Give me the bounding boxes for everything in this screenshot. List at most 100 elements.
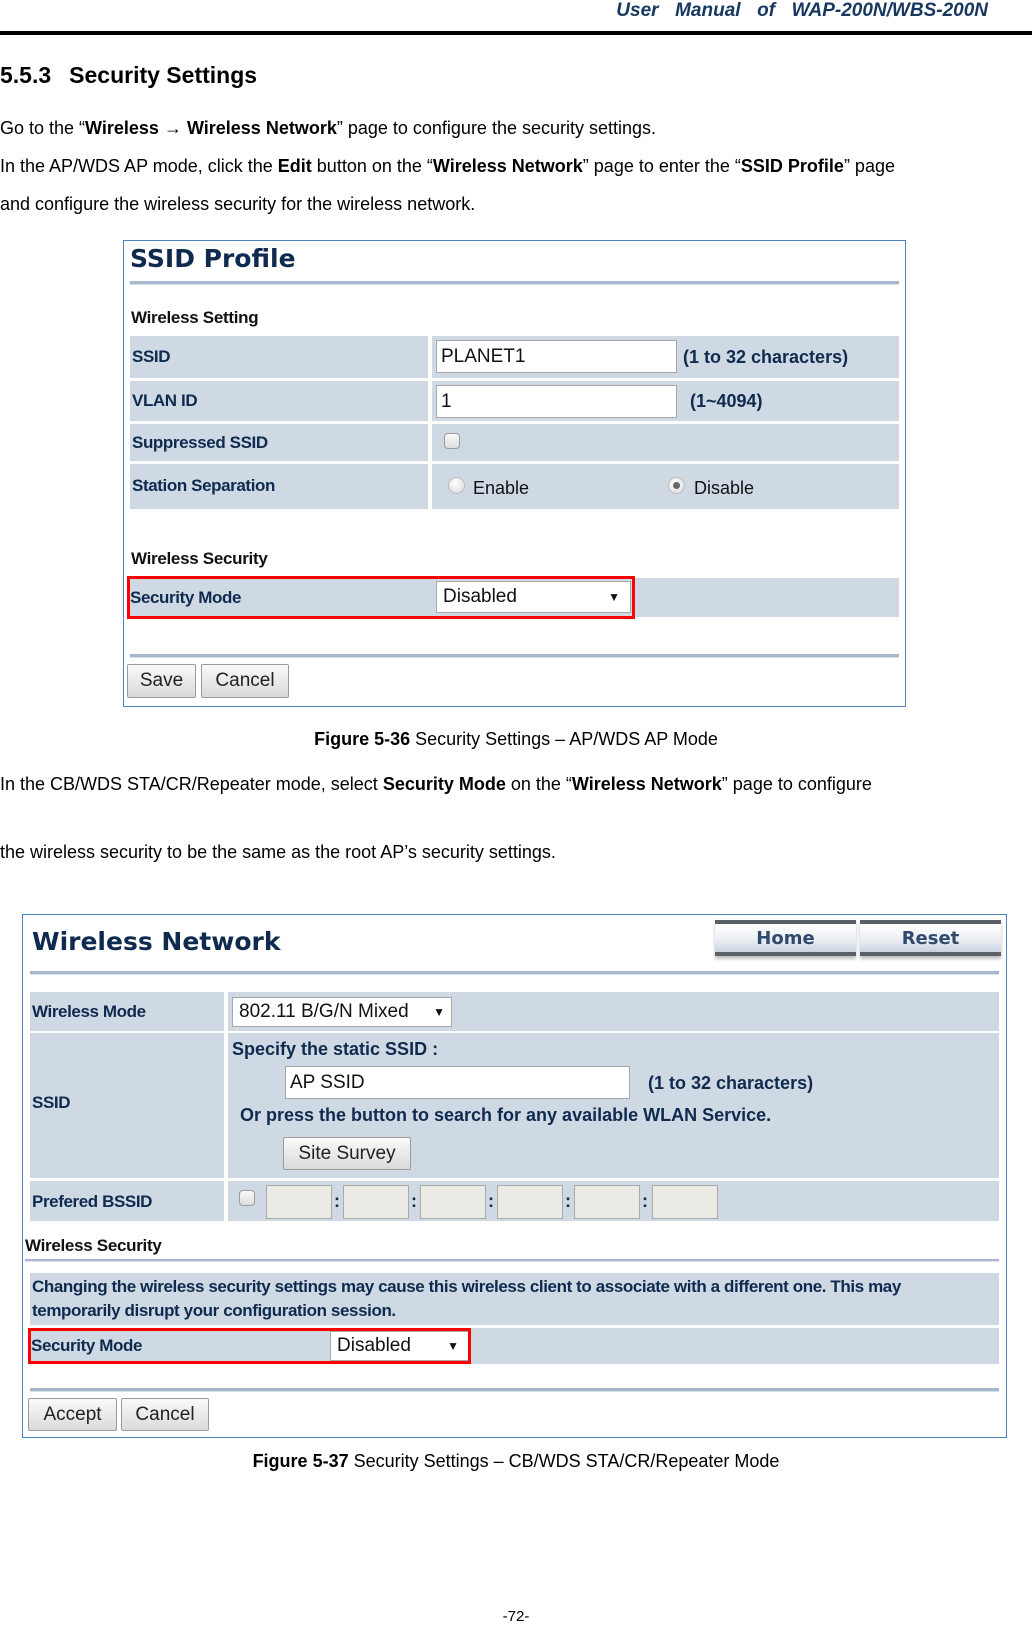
section-title: 5.5.3 Security Settings: [0, 62, 257, 89]
suppressed-ssid-checkbox[interactable]: [444, 433, 460, 449]
title-rule: [30, 971, 999, 975]
text: ” page to enter the “: [582, 156, 741, 176]
ssid-value-cell: PLANET1 (1 to 32 characters): [432, 336, 899, 378]
bssid-label-cell: Prefered BSSID: [30, 1181, 224, 1221]
ssid-value-cell: Specify the static SSID : AP SSID (1 to …: [228, 1033, 999, 1178]
dropdown-arrow-icon: ▼: [433, 1005, 445, 1019]
cancel-button[interactable]: Cancel: [121, 1398, 209, 1431]
wireless-security-heading: Wireless Security: [131, 549, 268, 568]
highlight-box: [28, 1328, 471, 1364]
highlight-box: [127, 576, 635, 619]
wireless-network-title: Wireless Network: [32, 927, 281, 956]
ssid-length-hint: (1 to 32 characters): [648, 1073, 814, 1093]
site-survey-button[interactable]: Site Survey: [283, 1137, 411, 1170]
bold-text: Wireless Network: [571, 774, 722, 794]
title-rule: [130, 281, 899, 285]
station-value-cell: Enable Disable: [432, 464, 899, 509]
suppressed-value-cell: [432, 424, 899, 461]
suppressed-label-cell: Suppressed SSID: [130, 424, 428, 461]
vlan-range-hint: (1~4094): [690, 391, 763, 411]
header-rule: [0, 31, 1032, 35]
enable-option-label: Enable: [473, 478, 530, 498]
security-notice-text: Changing the wireless security settings …: [32, 1277, 901, 1320]
station-separation-label: Station Separation: [132, 476, 275, 495]
footer-rule: [130, 654, 899, 658]
wireless-mode-select[interactable]: 802.11 B/G/N Mixed ▼: [232, 997, 452, 1027]
bssid-octet-1-input[interactable]: [266, 1185, 332, 1219]
station-label-cell: Station Separation: [130, 464, 428, 509]
ssid-input[interactable]: AP SSID: [285, 1066, 630, 1099]
bssid-separator: :: [565, 1191, 571, 1211]
bssid-separator: :: [488, 1191, 494, 1211]
text: ” page to configure the security setting…: [336, 118, 657, 138]
ssid-label-cell: SSID: [30, 1033, 224, 1178]
wireless-setting-heading: Wireless Setting: [131, 308, 259, 327]
wireless-security-heading: Wireless Security: [25, 1236, 162, 1255]
bssid-separator: :: [334, 1191, 340, 1211]
intro-line-1: Go to the “Wireless → Wireless Network” …: [0, 116, 656, 140]
caption-text: Security Settings – CB/WDS STA/CR/Repeat…: [348, 1451, 780, 1471]
figure-number: Figure 5-37: [252, 1451, 349, 1471]
bssid-value-cell: : : : : :: [228, 1181, 999, 1221]
disable-option-label: Disable: [694, 478, 755, 498]
text: Go to the “: [0, 118, 86, 138]
section-rule: [25, 1259, 999, 1262]
footer-rule: [30, 1388, 999, 1392]
arrow-icon: →: [163, 118, 182, 138]
bssid-octet-5-input[interactable]: [574, 1185, 640, 1219]
ssid-length-hint: (1 to 32 characters): [683, 347, 849, 367]
ssid-profile-title: SSID Profile: [130, 244, 296, 273]
middle-line-2: the wireless security to be the same as …: [0, 842, 556, 862]
bold-text: SSID Profile: [740, 156, 844, 176]
bssid-octet-2-input[interactable]: [343, 1185, 409, 1219]
middle-line-1: In the CB/WDS STA/CR/Repeater mode, sele…: [0, 772, 872, 796]
text: ” page: [843, 156, 895, 176]
accept-button[interactable]: Accept: [28, 1398, 117, 1431]
wireless-mode-label: Wireless Mode: [32, 1002, 146, 1021]
vlan-value-cell: 1 (1~4094): [432, 381, 899, 421]
bold-text: Edit: [277, 156, 312, 176]
cancel-button[interactable]: Cancel: [201, 664, 289, 698]
site-survey-help-text: Or press the button to search for any av…: [240, 1105, 772, 1125]
wireless-network-figure: Wireless Network Home Reset Wireless Mod…: [22, 914, 1007, 1438]
text: In the CB/WDS STA/CR/Repeater mode, sele…: [0, 774, 383, 794]
wireless-mode-value-cell: 802.11 B/G/N Mixed ▼: [228, 992, 999, 1031]
caption-text: Security Settings – AP/WDS AP Mode: [410, 729, 718, 749]
bssid-octet-3-input[interactable]: [420, 1185, 486, 1219]
vlan-label: VLAN ID: [132, 391, 198, 410]
ssid-label-cell: SSID: [130, 336, 428, 378]
save-button[interactable]: Save: [127, 664, 196, 698]
vlan-label-cell: VLAN ID: [130, 381, 428, 421]
station-separation-disable-radio[interactable]: [668, 477, 685, 494]
text: on the “: [505, 774, 572, 794]
suppressed-ssid-label: Suppressed SSID: [132, 433, 268, 452]
home-button[interactable]: Home: [715, 920, 856, 956]
ssid-label: SSID: [132, 347, 171, 366]
ssid-profile-figure: SSID Profile Wireless Setting SSID PLANE…: [123, 240, 906, 707]
ssid-input[interactable]: PLANET1: [436, 340, 677, 373]
intro-line-3: and configure the wireless security for …: [0, 194, 476, 214]
bssid-separator: :: [642, 1191, 648, 1211]
bssid-separator: :: [411, 1191, 417, 1211]
security-notice-cell: Changing the wireless security settings …: [30, 1273, 999, 1325]
text: In the AP/WDS AP mode, click the: [0, 156, 278, 176]
text: ” page to configure: [721, 774, 872, 794]
bold-text: Wireless Network: [432, 156, 583, 176]
section-heading: Security Settings: [69, 62, 258, 88]
bssid-octet-6-input[interactable]: [652, 1185, 718, 1219]
specify-ssid-label: Specify the static SSID :: [232, 1039, 439, 1059]
station-separation-enable-radio[interactable]: [448, 477, 465, 494]
bssid-octet-4-input[interactable]: [497, 1185, 563, 1219]
page-number: -72-: [502, 1608, 530, 1625]
figure-5-36-caption: Figure 5-36 Security Settings – AP/WDS A…: [0, 729, 1032, 750]
reset-button[interactable]: Reset: [860, 920, 1001, 956]
ssid-label: SSID: [32, 1093, 71, 1112]
figure-5-37-caption: Figure 5-37 Security Settings – CB/WDS S…: [0, 1451, 1032, 1472]
wireless-mode-value: 802.11 B/G/N Mixed: [239, 1001, 409, 1022]
bold-text: Security Mode: [382, 774, 506, 794]
text: button on the “: [311, 156, 433, 176]
figure-number: Figure 5-36: [314, 729, 411, 749]
bold-text: Wireless Network: [181, 118, 337, 138]
prefered-bssid-checkbox[interactable]: [239, 1190, 255, 1206]
vlan-id-input[interactable]: 1: [436, 385, 677, 418]
